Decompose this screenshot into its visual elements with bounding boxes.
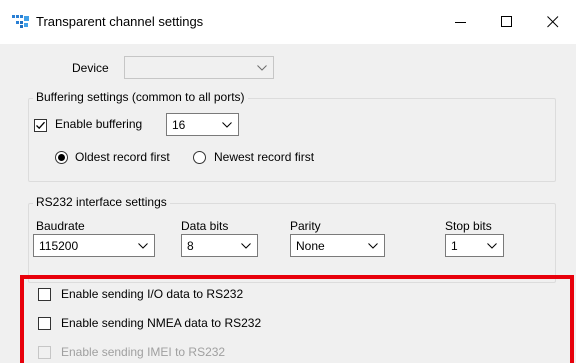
minimize-button[interactable] bbox=[438, 0, 484, 44]
buffer-size-select[interactable]: 16 bbox=[166, 113, 239, 136]
baudrate-select[interactable]: 115200 bbox=[33, 234, 155, 257]
minimize-icon bbox=[455, 22, 466, 23]
rs232-group-title: RS232 interface settings bbox=[33, 195, 170, 209]
title-bar: Transparent channel settings bbox=[0, 0, 576, 44]
close-icon bbox=[547, 16, 559, 28]
chevron-down-icon bbox=[222, 122, 232, 128]
dialog-client-area: Device Buffering settings (common to all… bbox=[0, 44, 576, 363]
window-title: Transparent channel settings bbox=[36, 14, 204, 29]
oldest-first-label: Oldest record first bbox=[75, 150, 170, 164]
chevron-down-icon bbox=[241, 243, 251, 249]
checkmark-icon bbox=[36, 121, 45, 130]
device-label: Device bbox=[72, 61, 109, 75]
newest-first-label: Newest record first bbox=[214, 150, 315, 164]
device-select[interactable] bbox=[124, 56, 274, 79]
buffering-group-title: Buffering settings (common to all ports) bbox=[33, 90, 248, 104]
highlight-frame bbox=[20, 275, 574, 363]
chevron-down-icon bbox=[487, 243, 497, 249]
oldest-first-radio[interactable] bbox=[55, 151, 68, 164]
data-bits-label: Data bits bbox=[181, 219, 229, 233]
enable-buffering-checkbox[interactable] bbox=[34, 119, 47, 132]
buffering-group bbox=[28, 98, 556, 182]
data-bits-select[interactable]: 8 bbox=[181, 234, 258, 257]
enable-buffering-label: Enable buffering bbox=[55, 117, 143, 131]
maximize-icon bbox=[501, 16, 512, 27]
parity-label: Parity bbox=[290, 219, 321, 233]
stop-bits-label: Stop bits bbox=[445, 219, 492, 233]
stop-bits-select[interactable]: 1 bbox=[445, 234, 504, 257]
newest-first-radio[interactable] bbox=[193, 151, 206, 164]
chevron-down-icon bbox=[138, 243, 148, 249]
app-icon bbox=[12, 15, 29, 28]
maximize-button[interactable] bbox=[484, 0, 530, 44]
parity-select[interactable]: None bbox=[290, 234, 385, 257]
close-button[interactable] bbox=[530, 0, 576, 44]
chevron-down-icon bbox=[368, 243, 378, 249]
baudrate-label: Baudrate bbox=[36, 219, 85, 233]
chevron-down-icon bbox=[257, 65, 267, 71]
